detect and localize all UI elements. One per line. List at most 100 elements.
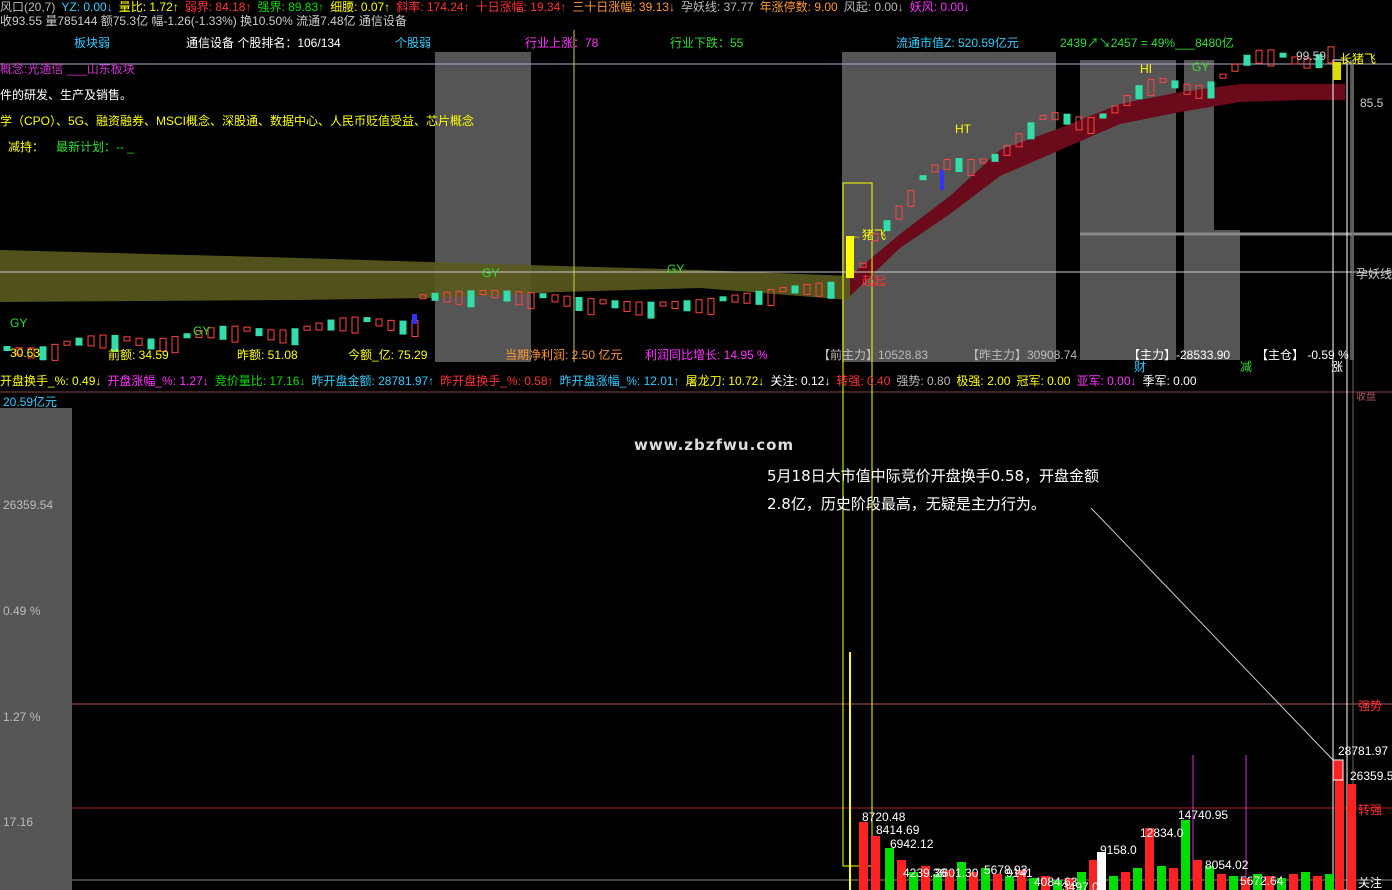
top-6: 斜率: 174.24↑ bbox=[396, 0, 470, 14]
top-3: 弱界: 84.18↑ bbox=[184, 0, 252, 14]
zhufei-label: ←猪飞 bbox=[850, 228, 887, 242]
candle bbox=[827, 281, 835, 299]
bar-value-11: 14740.95 bbox=[1178, 808, 1229, 822]
candle bbox=[955, 158, 963, 173]
ind-6: 屠龙刀: 10.72↓ bbox=[685, 374, 765, 388]
candle bbox=[791, 285, 799, 294]
ht-label: HT bbox=[955, 122, 971, 136]
bar-value-6: 9141 bbox=[1006, 866, 1033, 880]
candle bbox=[599, 299, 607, 305]
axis-label-3: 1.27 % bbox=[3, 710, 41, 724]
market-breadth: 2439↗↘2457 = 49%___8480亿 bbox=[1060, 36, 1234, 50]
ind-1: 开盘涨幅_%: 1.27↓ bbox=[107, 374, 209, 388]
candle bbox=[399, 320, 407, 335]
stat-3: 今额_亿: 75.29 bbox=[348, 348, 428, 362]
volume-bar-21 bbox=[1109, 876, 1118, 890]
business-desc: 件的研发、生产及销售。 bbox=[0, 88, 133, 102]
stock-weak-label: 个股弱 bbox=[395, 36, 432, 50]
top-10: 年涨停数: 9.00 bbox=[759, 0, 838, 14]
ind-3: 昨开盘金额: 28781.97↑ bbox=[311, 374, 435, 388]
plan-label: 最新计划：-- _ bbox=[56, 140, 135, 154]
ind-8: 转强: 0.40 bbox=[836, 374, 891, 388]
gy-marker-4: GY bbox=[667, 262, 685, 276]
volume-bar-40 bbox=[1335, 780, 1344, 890]
candle bbox=[327, 319, 335, 331]
candle bbox=[551, 294, 559, 303]
candle bbox=[1135, 85, 1143, 100]
candle bbox=[63, 340, 71, 346]
volume-bar-30 bbox=[1217, 874, 1226, 890]
candle bbox=[387, 319, 395, 331]
float-market-cap: 流通市值Z: 520.59亿元 bbox=[896, 36, 1019, 50]
concept-label: 概念:光通信 ___山东板块 bbox=[0, 62, 135, 76]
volume-bar-39 bbox=[1325, 874, 1334, 890]
stat-5: 利润同比增长: 14.95 % bbox=[645, 348, 768, 362]
volume-bar-2 bbox=[885, 848, 894, 890]
axis-label-1: 26359.54 bbox=[3, 498, 54, 512]
right-price: 85.5 bbox=[1360, 96, 1384, 110]
top-1: YZ: 0.00↓ bbox=[61, 0, 113, 14]
industry-rank: 通信设备 个股排名：106/134 bbox=[186, 36, 341, 50]
axis-label-4: 17.16 bbox=[3, 815, 34, 829]
stat-2: 昨额: 51.08 bbox=[237, 348, 298, 362]
stat-6: 【前主力】10528.83 bbox=[818, 348, 929, 362]
qiqi-label: 起起 bbox=[862, 274, 887, 288]
strong-label: 强势 bbox=[1358, 699, 1383, 713]
price-high: 99.59 bbox=[1296, 49, 1327, 63]
bar-value-10: 12834.0 bbox=[1140, 826, 1184, 840]
candle bbox=[339, 317, 347, 332]
volume-bar-25 bbox=[1157, 866, 1166, 890]
candle bbox=[683, 300, 691, 312]
candle bbox=[503, 290, 511, 302]
top-11: 风起: 0.00↓ bbox=[843, 0, 904, 14]
open-amount-prev: 26359.5 bbox=[1350, 769, 1392, 783]
annotation-pointer bbox=[1090, 507, 1334, 761]
candle bbox=[719, 296, 727, 302]
ind-5: 昨开盘涨幅_%: 12.01↑ bbox=[559, 374, 680, 388]
candle bbox=[431, 292, 439, 301]
candle bbox=[39, 346, 47, 361]
turn-strong-label: 转强 bbox=[1358, 803, 1383, 817]
bar-value-9: 9158.0 bbox=[1100, 843, 1137, 857]
candle bbox=[51, 343, 59, 361]
industry-up: 行业上涨：78 bbox=[525, 36, 599, 50]
top-0: 风口(20,7) bbox=[0, 0, 56, 14]
bar-value-8: 3497.00 bbox=[1062, 880, 1106, 890]
gy-marker-3: GY bbox=[482, 266, 500, 280]
candle bbox=[1207, 81, 1215, 99]
bar-value-0: 8720.48 bbox=[862, 810, 906, 824]
yaoxian-label: 孕妖线 bbox=[1356, 267, 1392, 281]
candle bbox=[743, 292, 751, 304]
ma-band-olive bbox=[0, 250, 850, 302]
ind-0: 开盘换手_%: 0.49↓ bbox=[0, 374, 102, 388]
volume-bar-31 bbox=[1229, 876, 1238, 890]
candle bbox=[755, 290, 763, 305]
volume-bar-0 bbox=[859, 822, 868, 890]
candle bbox=[255, 328, 263, 337]
candle bbox=[375, 318, 383, 327]
candle bbox=[243, 326, 251, 332]
bar-value-4: 2601.30 bbox=[935, 866, 979, 880]
bar-value-12: 8054.02 bbox=[1205, 858, 1249, 872]
right-red-marker bbox=[1332, 759, 1344, 781]
gy-marker-1: GY bbox=[10, 316, 28, 330]
annotation-line-1: 5月18日大市值中际竞价开盘换手0.58，开盘金额 bbox=[767, 467, 1100, 485]
top-12: 妖风: 0.00↓ bbox=[909, 0, 970, 14]
top-9: 孕妖线: 37.77 bbox=[680, 0, 754, 14]
stat-0: 30.63 bbox=[10, 346, 41, 360]
bar-value-13: 5672.64 bbox=[1240, 874, 1284, 888]
volume-bar-23 bbox=[1133, 868, 1142, 890]
open-indicator-row: 开盘换手_%: 0.49↓ 开盘涨幅_%: 1.27↓ 竞价量比: 17.16↓ 昨开… bbox=[0, 374, 1203, 388]
candle bbox=[75, 337, 83, 346]
candle bbox=[1255, 49, 1263, 64]
top-2: 量比: 1.72↑ bbox=[118, 0, 179, 14]
candle bbox=[1171, 80, 1179, 89]
bar-value-2: 6942.12 bbox=[890, 837, 934, 851]
candle bbox=[539, 293, 547, 299]
candle bbox=[707, 297, 715, 315]
candle bbox=[919, 175, 927, 181]
fly-label: 长猪飞 bbox=[1340, 52, 1377, 66]
jian-marker: 减 bbox=[1240, 360, 1253, 374]
candle bbox=[99, 334, 107, 349]
candle bbox=[291, 328, 299, 346]
